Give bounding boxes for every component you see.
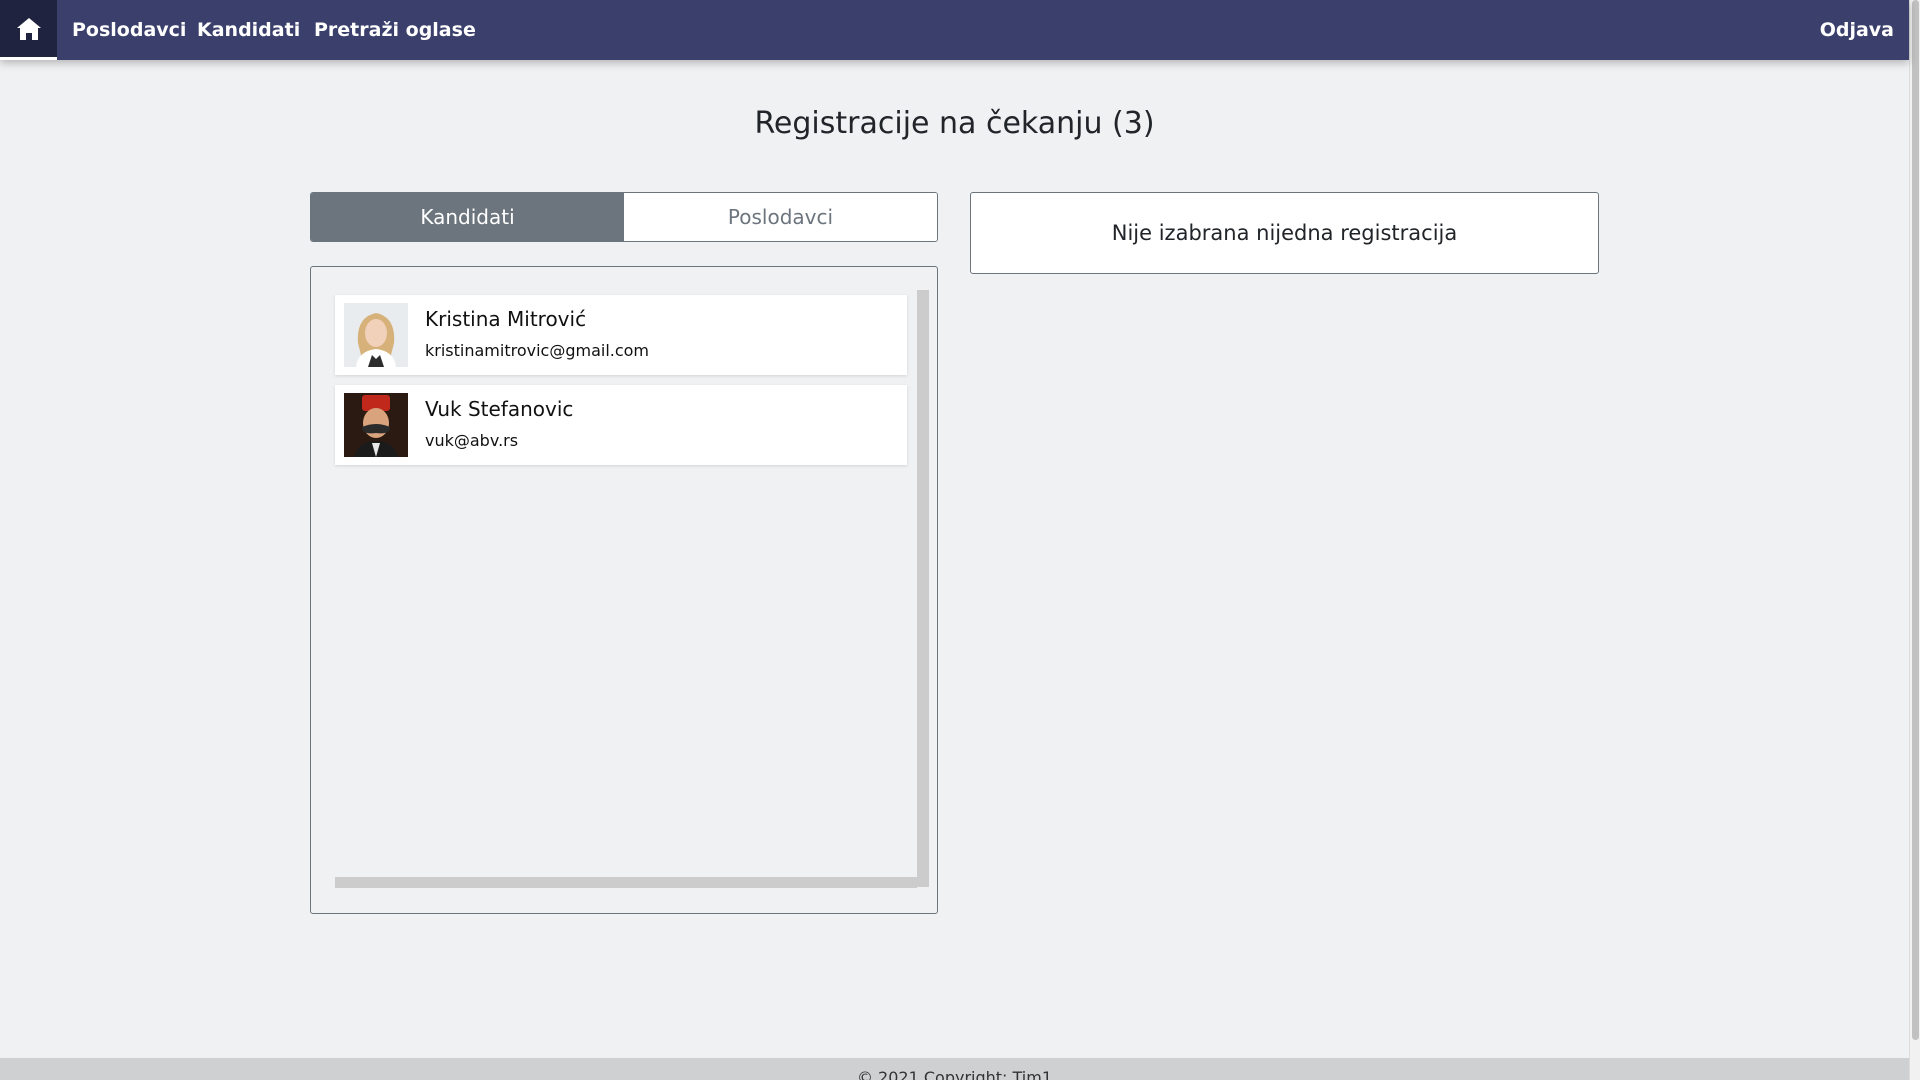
page-title: Registracije na čekanju (3)	[754, 106, 1155, 141]
avatar-woman-icon	[344, 303, 408, 367]
registration-card-kristina[interactable]: Kristina Mitrović kristinamitrovic@gmail…	[335, 295, 907, 375]
page-scrollbar[interactable]	[1909, 0, 1920, 1080]
avatar	[344, 303, 408, 367]
tab-kandidati[interactable]: Kandidati	[311, 193, 624, 241]
registration-detail-panel: Nije izabrana nijedna registracija	[970, 192, 1599, 274]
logout-link[interactable]: Odjava	[1820, 0, 1894, 60]
registration-card-vuk[interactable]: Vuk Stefanovic vuk@abv.rs	[335, 385, 907, 465]
home-button[interactable]	[0, 0, 57, 60]
avatar-man-icon	[344, 393, 408, 457]
nav-link-kandidati[interactable]: Kandidati	[197, 0, 300, 60]
page-scrollbar-thumb[interactable]	[1912, 0, 1919, 1040]
registration-type-tabs: Kandidati Poslodavci	[310, 192, 938, 242]
list-vertical-scrollbar[interactable]	[917, 290, 929, 887]
list-horizontal-scrollbar[interactable]	[335, 877, 917, 888]
top-navbar: Poslodavci Kandidati Pretraži oglase Odj…	[0, 0, 1909, 60]
nav-link-poslodavci[interactable]: Poslodavci	[72, 0, 186, 60]
candidate-email: vuk@abv.rs	[425, 431, 519, 450]
nav-link-pretrazi-oglase[interactable]: Pretraži oglase	[314, 0, 476, 60]
footer-copyright: © 2021 Copyright: Tim1	[0, 1058, 1909, 1080]
avatar	[344, 393, 408, 457]
registration-list-panel: Kristina Mitrović kristinamitrovic@gmail…	[310, 266, 938, 914]
candidate-name: Vuk Stefanovic	[425, 397, 574, 421]
registration-list: Kristina Mitrović kristinamitrovic@gmail…	[335, 291, 908, 885]
home-icon	[16, 17, 41, 40]
tab-poslodavci[interactable]: Poslodavci	[624, 193, 937, 241]
candidate-name: Kristina Mitrović	[425, 307, 587, 331]
candidate-email: kristinamitrovic@gmail.com	[425, 341, 650, 360]
